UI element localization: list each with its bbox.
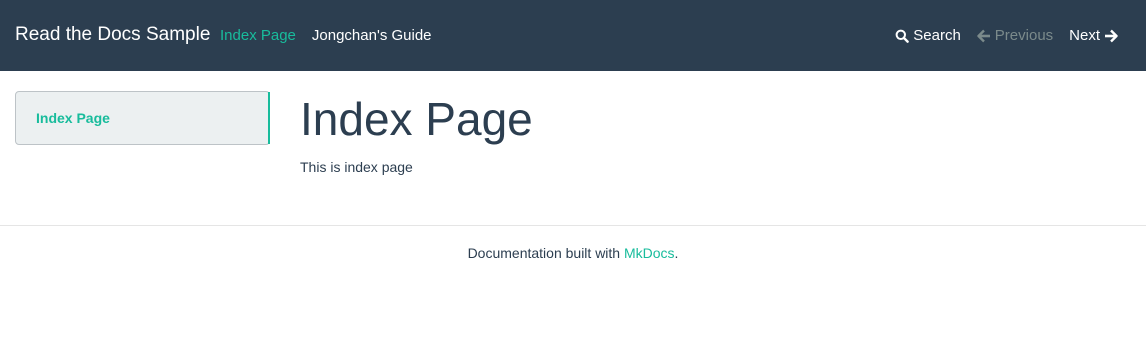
nav-link-index-page[interactable]: Index Page <box>220 27 296 44</box>
next-label: Next <box>1069 27 1100 44</box>
top-navbar: Read the Docs Sample Index Page Jongchan… <box>0 0 1146 71</box>
nav-actions: Search Previous Next <box>895 27 1118 44</box>
arrow-right-icon <box>1104 29 1118 43</box>
search-label: Search <box>913 27 961 44</box>
page-title: Index Page <box>300 93 533 145</box>
search-icon <box>895 29 910 43</box>
previous-button[interactable]: Previous <box>977 27 1053 44</box>
sidebar-toc: Index Page <box>15 91 270 145</box>
nav-link-jongchans-guide[interactable]: Jongchan's Guide <box>312 27 432 44</box>
footer: Documentation built with MkDocs. <box>0 245 1146 261</box>
search-button[interactable]: Search <box>895 27 961 44</box>
page-body-text: This is index page <box>300 159 413 175</box>
arrow-left-icon <box>977 29 991 43</box>
brand-link[interactable]: Read the Docs Sample <box>15 24 210 46</box>
mkdocs-link[interactable]: MkDocs <box>624 245 675 261</box>
sidebar-item-index-page[interactable]: Index Page <box>16 92 270 144</box>
footer-divider <box>0 225 1146 226</box>
previous-label: Previous <box>994 27 1054 44</box>
nav-links: Index Page Jongchan's Guide <box>220 27 432 44</box>
footer-text: Documentation built with <box>467 245 624 261</box>
next-button[interactable]: Next <box>1069 27 1118 44</box>
sidebar-item-label: Index Page <box>36 110 110 126</box>
footer-suffix: . <box>674 245 679 261</box>
